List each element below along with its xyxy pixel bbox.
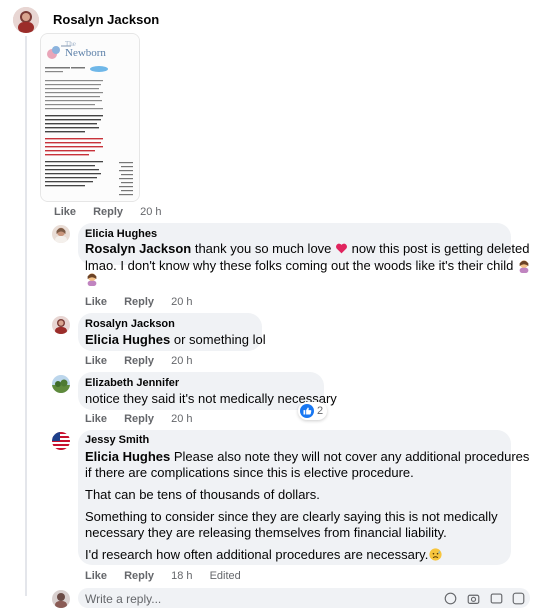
comment-author[interactable]: Rosalyn Jackson [53,12,159,27]
reply-button[interactable]: Reply [124,570,154,582]
avatar[interactable] [13,7,39,33]
comment-text-part: lmao. I don't know why these folks comin… [85,258,518,273]
comment-actions: Like Reply 18 h Edited [85,570,255,582]
mention-link[interactable]: Rosalyn Jackson [85,241,191,256]
comment-actions: Like Reply 20 h [54,206,176,218]
mention-link[interactable]: Elicia Hughes [85,332,170,347]
gif-icon[interactable] [490,592,503,610]
comment-text-part: now this post is getting deleted [348,241,530,256]
avatar[interactable] [52,225,70,243]
timestamp[interactable]: 20 h [140,206,161,218]
like-button[interactable]: Like [85,570,107,582]
comment-text: Elicia Hughes or something lol [85,331,266,348]
comment-text-line2: lmao. I don't know why these folks comin… [85,257,531,277]
comment-text-part: or something lol [170,332,266,347]
reply-button[interactable]: Reply [93,206,123,218]
reply-input[interactable]: Write a reply... [78,588,530,608]
comment-paragraph-line: necessary they are releasing themselves … [85,525,447,540]
reaction-count: 2 [317,405,324,417]
mention-link[interactable]: Elicia Hughes [85,449,170,464]
edited-label: Edited [209,570,241,582]
reply-button[interactable]: Reply [124,413,154,425]
comment-text-part: Please also note they will not cover any… [170,449,530,464]
reply-placeholder: Write a reply... [85,592,162,606]
avatar-image [13,7,39,33]
comment-actions: Like Reply 20 h [85,296,207,308]
timestamp[interactable]: 18 h [171,570,192,582]
comment-paragraph: Elicia Hughes Please also note they will… [85,448,529,465]
comment-author[interactable]: Elicia Hughes [85,228,157,240]
timestamp[interactable]: 20 h [171,296,192,308]
like-reaction-icon [300,404,314,418]
comment-actions: Like Reply 20 h [85,413,207,425]
like-button[interactable]: Like [85,413,107,425]
comment-paragraph-line: if there are complications since this is… [85,465,414,480]
woman-facepalming-emoji-icon [85,272,99,291]
comment-author[interactable]: Elizabeth Jennifer [85,377,179,389]
us-flag-avatar-icon [52,432,70,450]
reaction-badge[interactable]: 2 [298,402,328,420]
timestamp[interactable]: 20 h [171,413,192,425]
comment-author[interactable]: Jessy Smith [85,434,149,446]
comment-text-part: thank you so much love [191,241,336,256]
avatar-image [52,590,70,608]
comment-paragraph: That can be tens of thousands of dollars… [85,487,320,502]
comment-author[interactable]: Rosalyn Jackson [85,318,175,330]
avatar-image [52,316,70,334]
attachment-logo: The Newborn [65,40,106,59]
comment-actions: Like Reply 20 h [85,355,207,367]
thread-line [25,36,27,596]
attachment-image[interactable]: The Newborn [40,33,140,202]
current-user-avatar[interactable] [52,590,70,608]
comment-text-part: I'd research how often additional proced… [85,547,429,562]
reply-button[interactable]: Reply [124,296,154,308]
sticker-icon[interactable] [512,592,525,610]
avatar[interactable] [52,316,70,334]
avatar-image [52,375,70,393]
like-button[interactable]: Like [54,206,76,218]
like-button[interactable]: Like [85,296,107,308]
woman-facepalming-emoji-icon [517,259,531,277]
avatar[interactable] [52,375,70,393]
timestamp[interactable]: 20 h [171,355,192,367]
like-button[interactable]: Like [85,355,107,367]
logo-line2: Newborn [65,47,106,59]
comment-paragraph: Something to consider since they are cle… [85,509,498,524]
avatar-image [52,225,70,243]
document-preview [41,34,139,201]
avatar[interactable] [52,432,70,450]
camera-icon[interactable] [467,592,480,610]
emoji-icon[interactable] [444,592,457,610]
worried-face-emoji-icon [429,548,442,565]
reply-button[interactable]: Reply [124,355,154,367]
comment-paragraph: I'd research how often additional proced… [85,546,442,565]
